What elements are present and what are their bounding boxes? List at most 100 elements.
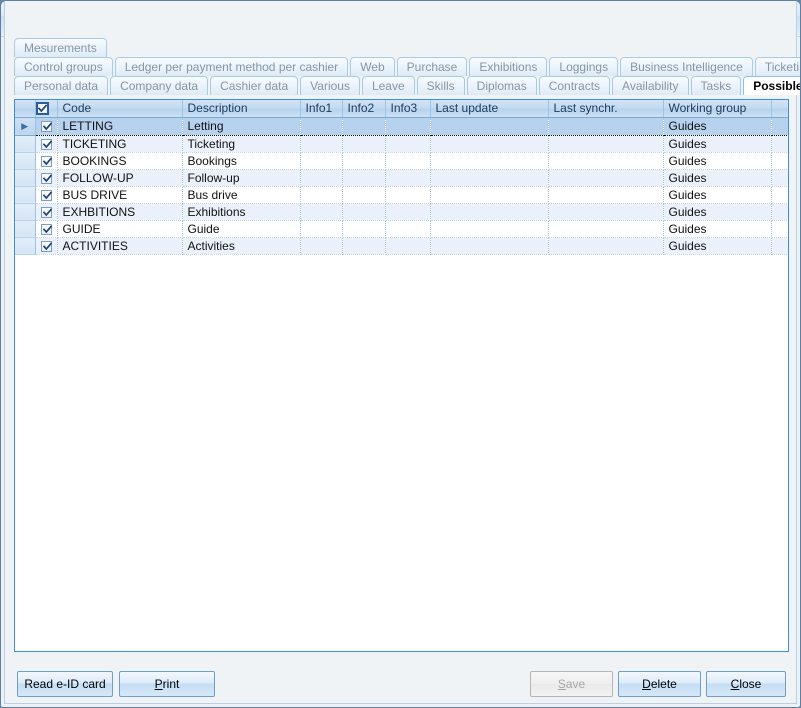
work-types-grid-panel[interactable]: CodeDescriptionInfo1Info2Info3Last updat…: [14, 99, 789, 652]
column-header-info3[interactable]: Info3: [385, 100, 430, 117]
read-eid-card-button[interactable]: Read e-ID card: [17, 671, 113, 697]
cell-code[interactable]: TICKETING: [57, 135, 182, 152]
cell-code[interactable]: ACTIVITIES: [57, 237, 182, 254]
cell-description[interactable]: Guide: [182, 220, 300, 237]
tab-business-intelligence[interactable]: Business Intelligence: [620, 57, 753, 76]
grid-scroll-area[interactable]: CodeDescriptionInfo1Info2Info3Last updat…: [15, 100, 788, 651]
cell-info1[interactable]: [300, 135, 342, 152]
tab-skills[interactable]: Skills: [417, 76, 465, 95]
tab-personal-data[interactable]: Personal data: [14, 76, 108, 95]
cell-working-group[interactable]: Guides: [663, 169, 771, 186]
cell-info3[interactable]: [385, 237, 430, 254]
tab-ledger-per-payment-method-per-cashier[interactable]: Ledger per payment method per cashier: [115, 57, 348, 76]
cell-info1[interactable]: [300, 237, 342, 254]
cell-description[interactable]: Exhibitions: [182, 203, 300, 220]
tab-company-data[interactable]: Company data: [110, 76, 208, 95]
cell-last-update[interactable]: [430, 203, 548, 220]
cell-info1[interactable]: [300, 169, 342, 186]
cell-info1[interactable]: [300, 186, 342, 203]
cell-info1[interactable]: [300, 203, 342, 220]
tab-leave[interactable]: Leave: [362, 76, 415, 95]
row-checkbox-cell[interactable]: [35, 169, 57, 186]
checkbox[interactable]: [36, 102, 49, 115]
column-header-info2[interactable]: Info2: [342, 100, 385, 117]
tab-loggings[interactable]: Loggings: [549, 57, 618, 76]
checkbox[interactable]: [41, 156, 52, 167]
cell-code[interactable]: BUS DRIVE: [57, 186, 182, 203]
cell-info3[interactable]: [385, 220, 430, 237]
cell-code[interactable]: EXHBITIONS: [57, 203, 182, 220]
cell-last-synchr[interactable]: [548, 220, 663, 237]
save-button[interactable]: Save: [530, 671, 613, 697]
cell-last-update[interactable]: [430, 169, 548, 186]
checkbox[interactable]: [41, 241, 52, 252]
cell-working-group[interactable]: Guides: [663, 117, 771, 135]
row-indicator[interactable]: ▶: [15, 117, 35, 135]
cell-info2[interactable]: [342, 186, 385, 203]
cell-info3[interactable]: [385, 117, 430, 135]
cell-last-synchr[interactable]: [548, 203, 663, 220]
delete-button[interactable]: Delete: [618, 671, 701, 697]
cell-info2[interactable]: [342, 237, 385, 254]
cell-description[interactable]: Letting: [182, 117, 300, 135]
cell-last-update[interactable]: [430, 220, 548, 237]
checkbox[interactable]: [41, 207, 52, 218]
row-indicator[interactable]: [15, 203, 35, 220]
row-indicator[interactable]: [15, 169, 35, 186]
table-row[interactable]: EXHBITIONSExhibitionsGuides: [15, 203, 788, 220]
tab-diplomas[interactable]: Diplomas: [467, 76, 537, 95]
checkbox[interactable]: [41, 139, 52, 150]
column-header-code[interactable]: Code: [57, 100, 182, 117]
cell-code[interactable]: GUIDE: [57, 220, 182, 237]
cell-working-group[interactable]: Guides: [663, 135, 771, 152]
cell-info2[interactable]: [342, 220, 385, 237]
tab-contracts[interactable]: Contracts: [539, 76, 610, 95]
row-checkbox-cell[interactable]: [35, 220, 57, 237]
table-row[interactable]: FOLLOW-UPFollow-up Guides: [15, 169, 788, 186]
table-row[interactable]: TICKETINGTicketingGuides: [15, 135, 788, 152]
close-dialog-button[interactable]: Close: [706, 671, 786, 697]
tab-exhibitions[interactable]: Exhibitions: [469, 57, 547, 76]
checkbox[interactable]: [41, 121, 52, 132]
cell-last-synchr[interactable]: [548, 186, 663, 203]
cell-working-group[interactable]: Guides: [663, 237, 771, 254]
table-row[interactable]: BOOKINGSBookingsGuides: [15, 152, 788, 169]
cell-description[interactable]: Follow-up: [182, 169, 300, 186]
possible-work-types-table[interactable]: CodeDescriptionInfo1Info2Info3Last updat…: [15, 100, 788, 255]
cell-working-group[interactable]: Guides: [663, 220, 771, 237]
row-checkbox-cell[interactable]: [35, 135, 57, 152]
cell-last-synchr[interactable]: [548, 135, 663, 152]
table-row[interactable]: ACTIVITIESActivitiesGuides: [15, 237, 788, 254]
cell-info3[interactable]: [385, 186, 430, 203]
cell-last-synchr[interactable]: [548, 117, 663, 135]
cell-info1[interactable]: [300, 220, 342, 237]
cell-info3[interactable]: [385, 169, 430, 186]
row-checkbox-cell[interactable]: [35, 186, 57, 203]
tab-availability[interactable]: Availability: [612, 76, 688, 95]
cell-code[interactable]: LETTING: [57, 117, 182, 135]
table-body[interactable]: ▶LETTINGLettingGuidesTICKETINGTicketingG…: [15, 117, 788, 254]
column-header-last-synchr[interactable]: Last synchr.: [548, 100, 663, 117]
cell-info1[interactable]: [300, 117, 342, 135]
tab-various[interactable]: Various: [300, 76, 360, 95]
column-header-working-group[interactable]: Working group: [663, 100, 771, 117]
cell-info1[interactable]: [300, 152, 342, 169]
cell-last-update[interactable]: [430, 237, 548, 254]
cell-info3[interactable]: [385, 203, 430, 220]
row-indicator[interactable]: [15, 237, 35, 254]
cell-info2[interactable]: [342, 135, 385, 152]
row-checkbox-cell[interactable]: [35, 152, 57, 169]
column-header-description[interactable]: Description: [182, 100, 300, 117]
print-button[interactable]: Print: [119, 671, 215, 697]
cell-last-update[interactable]: [430, 186, 548, 203]
row-checkbox-cell[interactable]: [35, 117, 57, 135]
checkbox[interactable]: [41, 173, 52, 184]
cell-code[interactable]: FOLLOW-UP: [57, 169, 182, 186]
table-row[interactable]: GUIDEGuide Guides: [15, 220, 788, 237]
cell-last-update[interactable]: [430, 117, 548, 135]
cell-last-synchr[interactable]: [548, 152, 663, 169]
row-checkbox-cell[interactable]: [35, 237, 57, 254]
row-indicator[interactable]: [15, 152, 35, 169]
row-indicator[interactable]: [15, 220, 35, 237]
cell-info2[interactable]: [342, 117, 385, 135]
